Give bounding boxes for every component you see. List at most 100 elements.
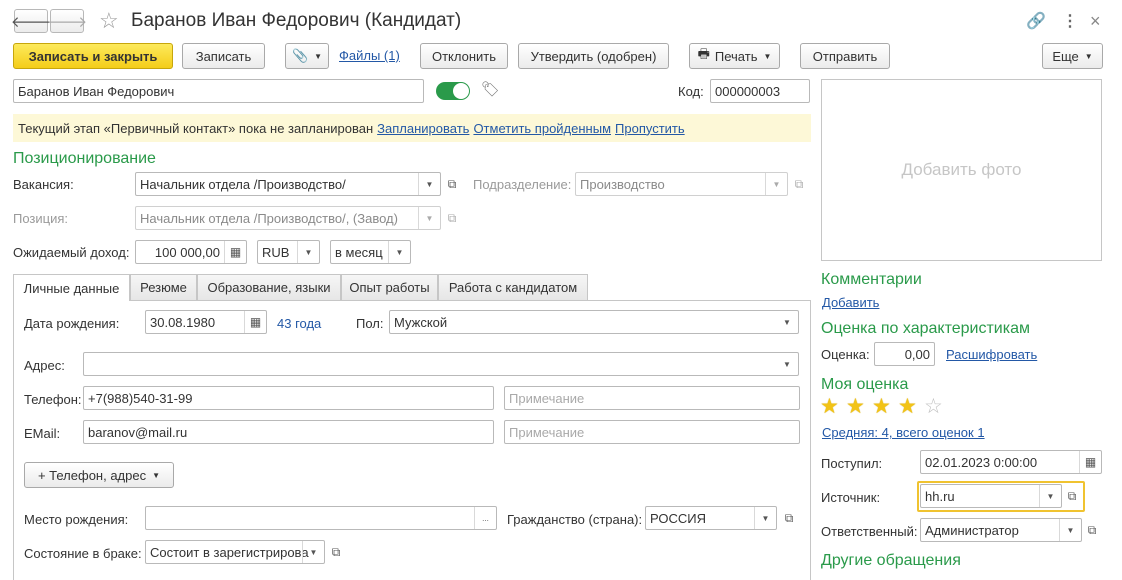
arrow-right-icon: 🡒 xyxy=(46,13,88,31)
open-window-icon[interactable]: ⧉ xyxy=(1062,484,1082,508)
candidate-name-input[interactable]: Баранов Иван Федорович xyxy=(13,79,424,103)
citizenship-field[interactable]: РОССИЯ ▼ xyxy=(645,506,777,530)
approve-label: Утвердить (одобрен) xyxy=(530,48,657,64)
open-window-icon[interactable]: ⧉ xyxy=(789,172,809,196)
add-comment-link[interactable]: Добавить xyxy=(822,295,879,310)
save-button[interactable]: Записать xyxy=(182,43,265,69)
tab-label: Личные данные xyxy=(23,280,120,296)
email-label: EMail: xyxy=(24,426,61,441)
photo-placeholder[interactable]: Добавить фото xyxy=(821,79,1102,261)
currency-field[interactable]: RUB ▼ xyxy=(257,240,320,264)
rating-star-icon[interactable]: ★ xyxy=(898,395,917,419)
responsible-value: Администратор xyxy=(925,522,1019,538)
chevron-down-icon[interactable]: ▼ xyxy=(1039,485,1061,507)
birthplace-select-button[interactable]: ... xyxy=(474,507,496,529)
calendar-icon[interactable]: ▦ xyxy=(244,311,266,333)
chevron-down-icon[interactable]: ▼ xyxy=(776,353,798,375)
email-input[interactable]: baranov@mail.ru xyxy=(83,420,494,444)
tab-resume[interactable]: Резюме xyxy=(130,274,197,300)
birth-date-field[interactable]: 30.08.1980 ▦ xyxy=(145,310,267,334)
plan-link[interactable]: Запланировать xyxy=(377,121,469,136)
code-input[interactable]: 000000003 xyxy=(710,79,810,103)
chevron-down-icon[interactable]: ▼ xyxy=(297,241,319,263)
chevron-down-icon[interactable]: ▼ xyxy=(302,541,324,563)
print-label: Печать xyxy=(714,48,758,64)
tab-candidate-work[interactable]: Работа с кандидатом xyxy=(438,274,588,300)
chevron-down-icon[interactable]: ▼ xyxy=(765,173,787,195)
gender-field[interactable]: Мужской ▼ xyxy=(389,310,799,334)
back-button[interactable]: 🡐 xyxy=(11,9,51,33)
open-window-icon[interactable]: ⧉ xyxy=(1082,518,1102,542)
chevron-down-icon[interactable]: ▼ xyxy=(418,173,440,195)
open-window-icon[interactable]: ⧉ xyxy=(326,540,346,564)
rating-star-icon[interactable]: ★ xyxy=(846,395,865,419)
average-rating-link[interactable]: Средняя: 4, всего оценок 1 xyxy=(822,425,985,440)
phone-label: Телефон: xyxy=(24,392,82,407)
save-close-button[interactable]: Записать и закрыть xyxy=(13,43,173,69)
tab-education[interactable]: Образование, языки xyxy=(197,274,341,300)
department-value: Производство xyxy=(580,176,665,192)
printer-icon: 🖶 xyxy=(697,46,710,61)
income-field[interactable]: 100 000,00 ▦ xyxy=(135,240,247,264)
source-value: hh.ru xyxy=(925,488,955,504)
period-field[interactable]: в месяц ▼ xyxy=(330,240,411,264)
chevron-down-icon[interactable]: ▼ xyxy=(418,207,440,229)
tab-personal[interactable]: Личные данные xyxy=(13,274,130,301)
more-button[interactable]: Еще ▼ xyxy=(1042,43,1103,69)
vacancy-field[interactable]: Начальник отдела /Производство/ ▼ xyxy=(135,172,441,196)
mark-done-link[interactable]: Отметить пройденным xyxy=(473,121,611,136)
department-field[interactable]: Производство ▼ xyxy=(575,172,788,196)
tab-label: Образование, языки xyxy=(207,280,331,295)
star-outline-icon[interactable]: ☆ xyxy=(99,7,119,35)
phone-input[interactable]: +7(988)540-31-99 xyxy=(83,386,494,410)
send-button[interactable]: Отправить xyxy=(800,43,890,69)
add-contact-label: + Телефон, адрес xyxy=(37,467,147,483)
calculator-icon[interactable]: ▦ xyxy=(224,241,246,263)
email-note-input[interactable]: Примечание xyxy=(504,420,800,444)
tab-experience[interactable]: Опыт работы xyxy=(341,274,438,300)
tab-label: Опыт работы xyxy=(349,280,430,295)
responsible-field[interactable]: Администратор ▼ xyxy=(920,518,1082,542)
received-label: Поступил: xyxy=(821,456,883,471)
department-label: Подразделение: xyxy=(473,177,572,192)
active-toggle[interactable] xyxy=(436,82,470,100)
chevron-down-icon[interactable]: ▼ xyxy=(388,241,410,263)
vertical-dots-icon[interactable]: ⋮ xyxy=(1062,11,1078,31)
approve-button[interactable]: Утвердить (одобрен) xyxy=(518,43,669,69)
link-icon[interactable]: 🔗 xyxy=(1026,11,1046,31)
chevron-down-icon[interactable]: ▼ xyxy=(776,311,798,333)
rating-star-icon[interactable]: ★ xyxy=(820,395,839,419)
address-field[interactable]: ▼ xyxy=(83,352,799,376)
rating-star-icon[interactable]: ★ xyxy=(872,395,891,419)
source-field[interactable]: hh.ru ▼ xyxy=(920,484,1062,508)
chevron-down-icon[interactable]: ▼ xyxy=(754,507,776,529)
paperclip-icon: 📎 xyxy=(291,48,309,63)
open-window-icon[interactable]: ⧉ xyxy=(442,172,462,196)
add-contact-button[interactable]: + Телефон, адрес ▼ xyxy=(24,462,174,488)
rating-decode-link[interactable]: Расшифровать xyxy=(946,347,1037,362)
forward-button[interactable]: 🡒 xyxy=(46,9,88,33)
print-button[interactable]: 🖶 Печать ▼ xyxy=(689,43,780,69)
tag-icon[interactable]: 🏷 xyxy=(481,80,500,98)
birthplace-label: Место рождения: xyxy=(24,512,129,527)
rating-value-field[interactable]: 0,00 xyxy=(874,342,935,366)
gender-value: Мужской xyxy=(394,314,448,330)
calendar-icon[interactable]: ▦ xyxy=(1079,451,1101,473)
close-icon[interactable]: × xyxy=(1090,11,1101,32)
marital-field[interactable]: Состоит в зарегистрирова ▼ xyxy=(145,540,325,564)
phone-note-input[interactable]: Примечание xyxy=(504,386,800,410)
rating-star-icon[interactable]: ☆ xyxy=(924,395,943,419)
currency-value: RUB xyxy=(262,244,290,260)
open-window-icon[interactable]: ⧉ xyxy=(779,506,799,530)
received-value: 02.01.2023 0:00:00 xyxy=(925,454,1038,470)
attach-button[interactable]: 📎 ▼ xyxy=(285,43,329,69)
chevron-down-icon[interactable]: ▼ xyxy=(1059,519,1081,541)
reject-button[interactable]: Отклонить xyxy=(420,43,508,69)
files-link[interactable]: Файлы (1) xyxy=(339,48,400,63)
skip-link[interactable]: Пропустить xyxy=(615,121,685,136)
position-value: Начальник отдела /Производство/, (Завод) xyxy=(140,210,398,226)
birthplace-field[interactable]: ... xyxy=(145,506,497,530)
open-window-icon[interactable]: ⧉ xyxy=(442,206,462,230)
received-field[interactable]: 02.01.2023 0:00:00 ▦ xyxy=(920,450,1102,474)
position-field[interactable]: Начальник отдела /Производство/, (Завод)… xyxy=(135,206,441,230)
